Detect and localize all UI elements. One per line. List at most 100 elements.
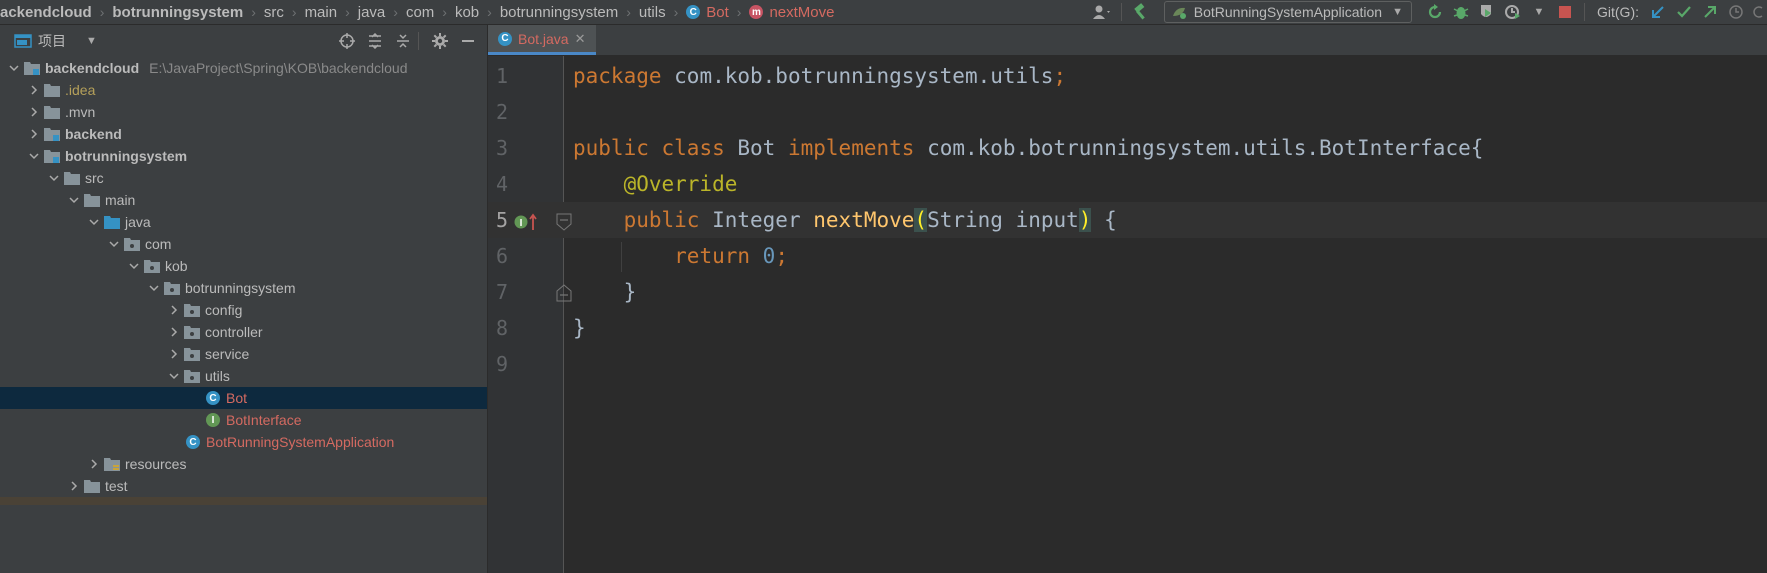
gear-icon[interactable] [429, 30, 451, 52]
tree-item-mvn[interactable]: .mvn [0, 101, 487, 123]
code-line-1[interactable]: 1 package com.kob.botrunningsystem.utils… [488, 58, 1767, 94]
chevron-right-icon[interactable] [86, 456, 102, 472]
code-line-3[interactable]: 3 public class Bot implements com.kob.bo… [488, 130, 1767, 166]
code-editor[interactable]: 1 package com.kob.botrunningsystem.utils… [488, 56, 1767, 573]
breadcrumb-botrunningsystem-pkg[interactable]: botrunningsystem [500, 4, 618, 21]
line-number: 8 [495, 316, 508, 340]
breadcrumb-main[interactable]: main [305, 4, 338, 21]
breadcrumb-backendcloud[interactable]: ackendcloud [0, 4, 92, 21]
editor-tab-bot-java[interactable]: C Bot.java ✕ [488, 25, 596, 55]
build-hammer-icon[interactable] [1130, 1, 1152, 23]
tree-item-config[interactable]: config [0, 299, 487, 321]
stop-icon[interactable] [1554, 1, 1576, 23]
tree-item-botrunningsystem-package[interactable]: botrunningsystem [0, 277, 487, 299]
git-rollback-icon[interactable] [1751, 1, 1765, 23]
tree-item-idea[interactable]: .idea [0, 79, 487, 101]
chevron-right-icon: › [626, 4, 631, 20]
hide-panel-minus-icon[interactable] [457, 30, 479, 52]
folder-icon [44, 105, 60, 119]
tree-item-utils[interactable]: utils [0, 365, 487, 387]
close-icon[interactable]: ✕ [575, 31, 586, 47]
implementing-method-icon[interactable]: I [514, 212, 540, 236]
collapse-all-icon[interactable] [392, 30, 414, 52]
chevron-down-icon[interactable] [6, 60, 22, 76]
chevron-down-icon[interactable] [146, 280, 162, 296]
fold-collapse-icon[interactable] [556, 212, 572, 236]
git-update-icon[interactable] [1647, 1, 1669, 23]
chevron-down-icon[interactable] [66, 192, 82, 208]
tree-item-bot[interactable]: C Bot [0, 387, 487, 409]
tree-item-label: java [125, 214, 151, 230]
chevron-right-icon[interactable] [26, 126, 42, 142]
tree-item-kob[interactable]: kob [0, 255, 487, 277]
locate-target-icon[interactable] [336, 30, 358, 52]
git-commit-check-icon[interactable] [1673, 1, 1695, 23]
tree-item-service[interactable]: service [0, 343, 487, 365]
code-line-6[interactable]: 6 return 0; [488, 238, 1767, 274]
breadcrumb-java[interactable]: java [358, 4, 386, 21]
tree-item-backendcloud[interactable]: backendcloud E:\JavaProject\Spring\KOB\b… [0, 57, 487, 79]
tree-item-com[interactable]: com [0, 233, 487, 255]
profiler-icon[interactable] [1502, 1, 1524, 23]
more-run-options-icon[interactable]: ▼ [1528, 1, 1550, 23]
spring-application-class-icon: C [186, 435, 200, 449]
project-path: E:\JavaProject\Spring\KOB\backendcloud [149, 60, 408, 76]
code-line-8[interactable]: 8 } [488, 310, 1767, 346]
chevron-right-icon: › [442, 4, 447, 20]
code-line-9[interactable]: 9 [488, 346, 1767, 382]
git-push-icon[interactable] [1699, 1, 1721, 23]
tree-item-controller[interactable]: controller [0, 321, 487, 343]
main-toolbar: BotRunningSystemApplication ▼ ▼ Git(G): [1089, 0, 1767, 24]
user-icon[interactable] [1091, 1, 1113, 23]
run-configuration-label: BotRunningSystemApplication [1193, 4, 1383, 20]
breadcrumb-src[interactable]: src [264, 4, 284, 21]
code-line-7[interactable]: 7 } [488, 274, 1767, 310]
fold-end-icon[interactable] [556, 283, 572, 307]
breadcrumb-botrunningsystem[interactable]: botrunningsystem [112, 4, 243, 21]
chevron-down-icon[interactable] [106, 236, 122, 252]
chevron-down-icon[interactable] [46, 170, 62, 186]
editor-tab-bar: C Bot.java ✕ [488, 25, 1767, 56]
tree-item-botrunningsystemapplication[interactable]: C BotRunningSystemApplication [0, 431, 487, 453]
chevron-right-icon[interactable] [66, 478, 82, 494]
git-history-clock-icon[interactable] [1725, 1, 1747, 23]
breadcrumb-bot-class[interactable]: C Bot [686, 4, 729, 21]
expand-all-icon[interactable] [364, 30, 386, 52]
chevron-right-icon[interactable] [166, 346, 182, 362]
code-line-4[interactable]: 4 @Override [488, 166, 1767, 202]
chevron-right-icon[interactable] [26, 82, 42, 98]
tree-item-src[interactable]: src [0, 167, 487, 189]
tree-item-label: BotInterface [226, 412, 302, 428]
breadcrumb-nextmove-method[interactable]: m nextMove [749, 4, 835, 21]
code-line-5[interactable]: 5 I public Integer nextMove(String input… [488, 202, 1767, 238]
view-dropdown-icon[interactable]: ▼ [86, 35, 97, 47]
rerun-icon[interactable] [1424, 1, 1446, 23]
chevron-right-icon[interactable] [26, 104, 42, 120]
debug-bug-icon[interactable] [1450, 1, 1472, 23]
tree-item-label: resources [125, 456, 187, 472]
tree-item-test[interactable]: test [0, 475, 487, 497]
run-configuration-select[interactable]: BotRunningSystemApplication ▼ [1163, 1, 1412, 23]
breadcrumb-kob[interactable]: kob [455, 4, 479, 21]
chevron-down-icon[interactable] [166, 368, 182, 384]
tree-item-botrunningsystem-module[interactable]: botrunningsystem [0, 145, 487, 167]
breadcrumb-utils[interactable]: utils [639, 4, 666, 21]
editor-tab-label: Bot.java [518, 30, 569, 47]
package-icon [184, 303, 200, 317]
chevron-right-icon[interactable] [166, 302, 182, 318]
tree-item-java[interactable]: java [0, 211, 487, 233]
tree-item-main[interactable]: main [0, 189, 487, 211]
chevron-down-icon[interactable] [26, 148, 42, 164]
breadcrumb-com[interactable]: com [406, 4, 434, 21]
code-line-2[interactable]: 2 [488, 94, 1767, 130]
tree-item-backend[interactable]: backend [0, 123, 487, 145]
chevron-right-icon[interactable] [166, 324, 182, 340]
chevron-down-icon[interactable] [86, 214, 102, 230]
tree-item-resources[interactable]: resources [0, 453, 487, 475]
chevron-down-icon[interactable] [126, 258, 142, 274]
tree-item-label: service [205, 346, 250, 362]
tree-item-botinterface[interactable]: I BotInterface [0, 409, 487, 431]
tree-item-label: com [145, 236, 172, 252]
coverage-icon[interactable] [1476, 1, 1498, 23]
project-panel-title[interactable]: 项目 [38, 31, 66, 51]
